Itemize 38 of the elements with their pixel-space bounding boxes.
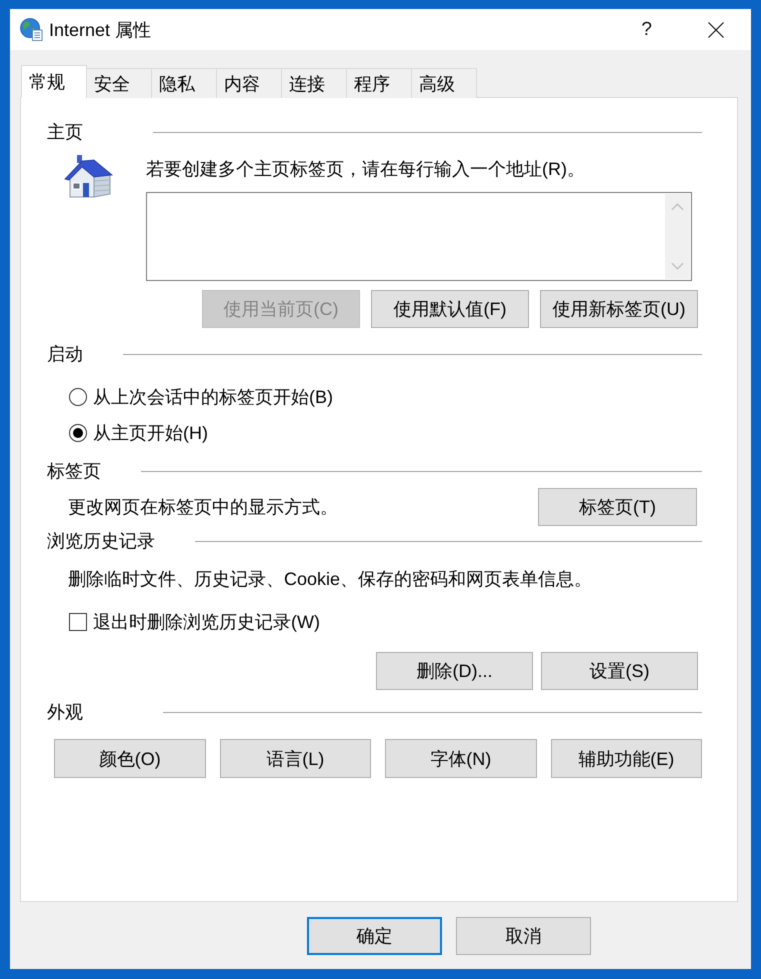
instruction-text: 若要创建多个主页标签页，请在每行输入一个地址(R)。 [146,158,586,180]
radio-option[interactable]: 从上次会话中的标签页开始(B) [69,386,333,408]
appearance-button[interactable]: 辅助功能(E) [550,739,702,778]
close-icon[interactable] [708,22,724,38]
section-heading: 启动 [47,343,83,365]
tab[interactable]: 安全 [86,68,152,98]
home-page-button[interactable]: 使用新标签页(U) [540,290,698,328]
appearance-button[interactable]: 字体(N) [385,739,536,778]
window-title: Internet 属性 [49,18,152,40]
dialog-button[interactable]: 确定 [307,917,442,955]
globe-icon [20,18,43,41]
tabs-button[interactable]: 标签页(T) [538,488,697,526]
appearance-button[interactable]: 语言(L) [220,739,371,778]
section-description: 删除临时文件、历史记录、Cookie、保存的密码和网页表单信息。 [68,568,592,590]
tab[interactable]: 隐私 [151,68,217,98]
tab[interactable]: 连接 [281,68,347,98]
history-button[interactable]: 设置(S) [541,652,698,690]
radio-icon[interactable] [69,388,87,406]
help-button[interactable]: ? [641,18,652,40]
section-heading: 标签页 [47,460,101,482]
history-button[interactable]: 删除(D)... [376,652,533,690]
dialog-button[interactable]: 取消 [456,917,591,955]
section-heading: 主页 [47,121,83,143]
checkbox-option[interactable]: 退出时删除浏览历史记录(W) [69,611,320,633]
house-icon [63,154,113,198]
tab[interactable]: 程序 [346,68,412,98]
tab[interactable]: 内容 [216,68,282,98]
section-heading: 外观 [47,701,83,723]
checkbox-icon[interactable] [69,613,87,631]
home-page-button[interactable]: 使用默认值(F) [371,290,529,328]
section-heading: 浏览历史记录 [47,530,155,552]
section-description: 更改网页在标签页中的显示方式。 [68,496,338,518]
radio-icon[interactable] [69,424,87,442]
address-field[interactable] [146,192,692,281]
tab[interactable]: 高级 [411,68,477,98]
radio-option[interactable]: 从主页开始(H) [69,422,208,444]
tab[interactable]: 常规 [21,65,87,98]
appearance-button[interactable]: 颜色(O) [54,739,206,778]
